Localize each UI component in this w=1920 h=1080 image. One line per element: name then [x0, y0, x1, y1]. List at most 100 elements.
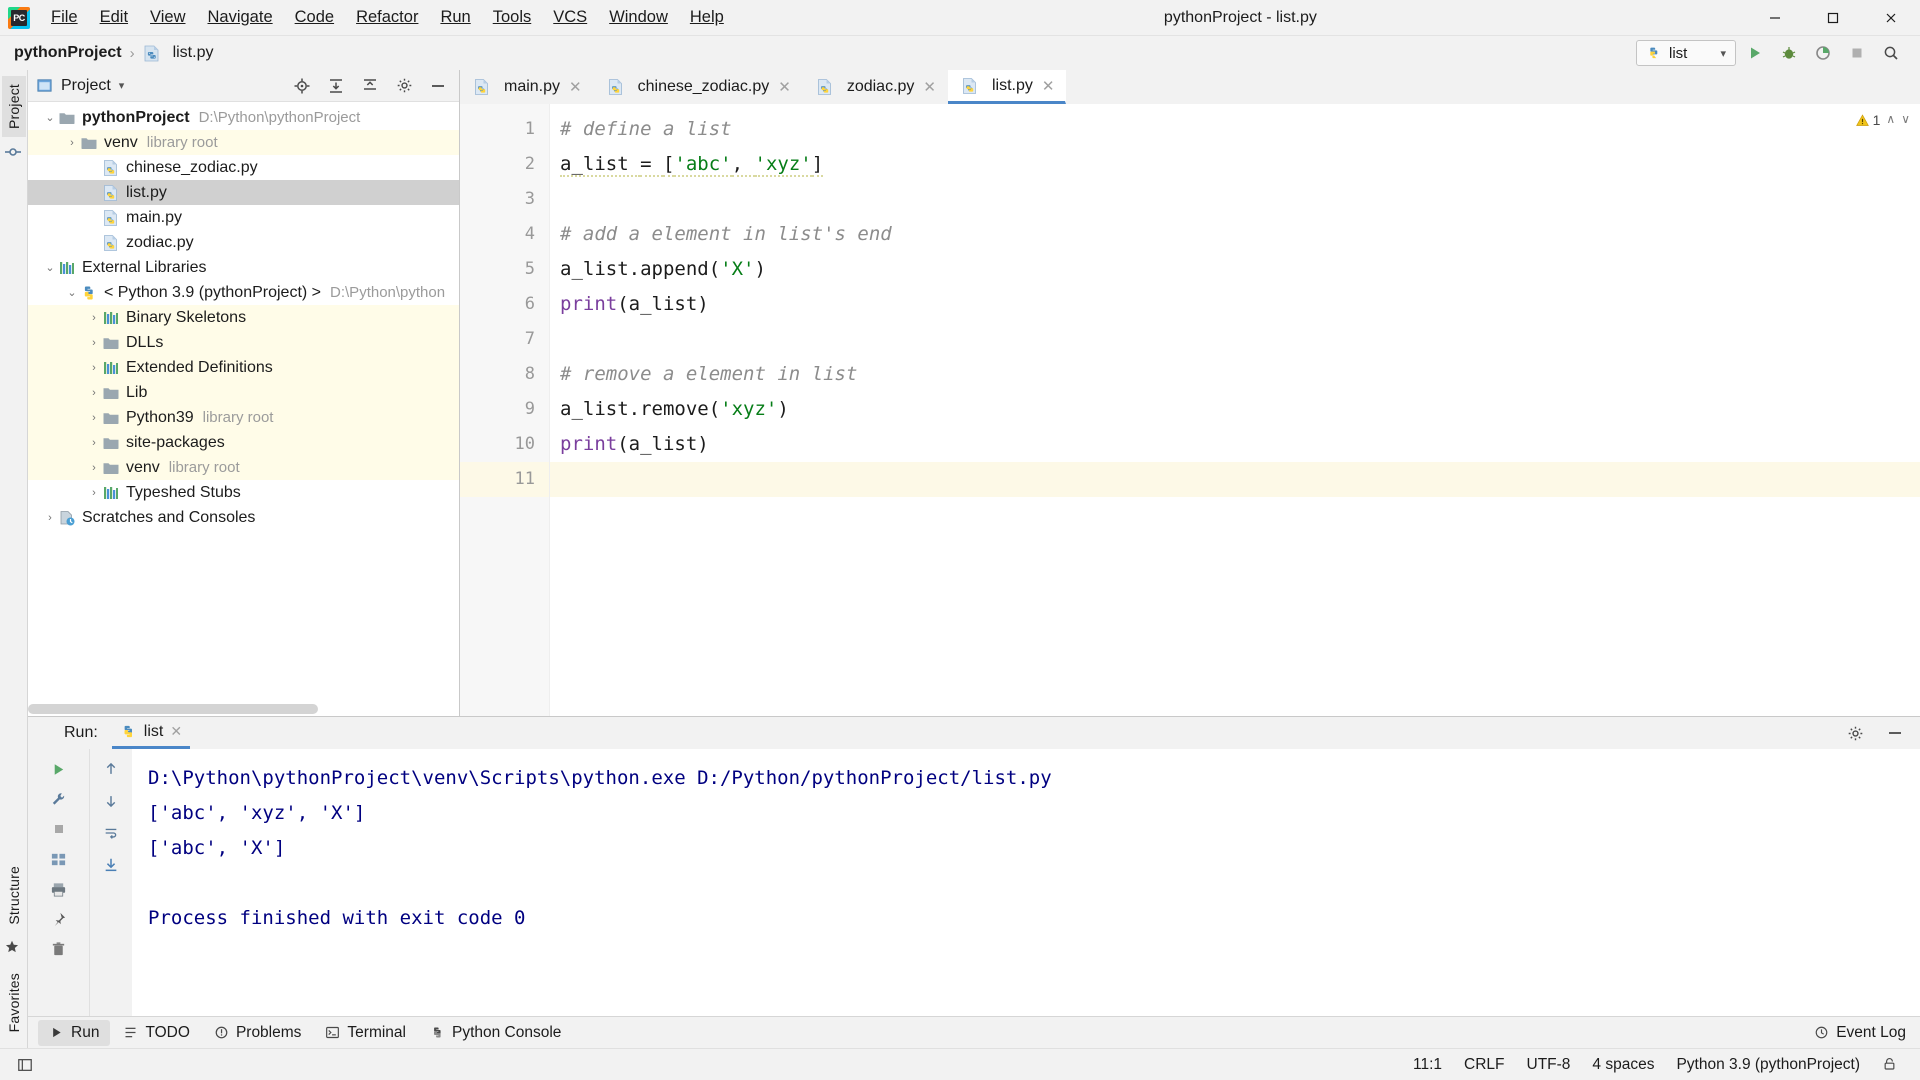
menu-help[interactable]: Help — [679, 4, 735, 32]
close-button[interactable] — [1862, 0, 1920, 35]
tree-node-venv[interactable]: › venv library root — [28, 455, 459, 480]
close-icon[interactable]: ✕ — [923, 78, 936, 96]
menu-refactor[interactable]: Refactor — [345, 4, 429, 32]
collapse-all-button[interactable] — [357, 73, 383, 99]
code-line[interactable]: print(a_list) — [550, 427, 1920, 462]
sidebar-tab-structure[interactable]: Structure — [2, 858, 26, 933]
tree-node-pythonproject[interactable]: ⌄ pythonProject D:\Python\pythonProject — [28, 105, 459, 130]
editor-tab-zodiac[interactable]: zodiac.py ✕ — [803, 70, 948, 104]
tree-node-python39[interactable]: › Python39 library root — [28, 405, 459, 430]
chevron-right-icon[interactable]: › — [86, 337, 102, 349]
line-number[interactable]: 4 — [460, 217, 535, 252]
stop-button[interactable] — [45, 815, 73, 843]
chevron-down-icon[interactable]: ⌄ — [42, 261, 58, 274]
code-line[interactable] — [550, 182, 1920, 217]
menu-run[interactable]: Run — [429, 4, 481, 32]
menu-code[interactable]: Code — [284, 4, 345, 32]
code-line[interactable]: # define a list — [550, 112, 1920, 147]
run-configuration-selector[interactable]: list ▾ — [1636, 40, 1736, 66]
run-hide-button[interactable] — [1882, 720, 1908, 746]
caret-position[interactable]: 11:1 — [1402, 1053, 1453, 1077]
menu-file[interactable]: File — [40, 4, 89, 32]
line-number[interactable]: 6 — [460, 287, 535, 322]
chevron-right-icon[interactable]: › — [86, 437, 102, 449]
code-editor[interactable]: 1 2 3 4 5 6 7 8 9 10 11 # define a list a_list = ['… — [460, 104, 1920, 716]
sidebar-tab-favorites[interactable]: Favorites — [2, 965, 26, 1040]
code-line[interactable] — [550, 322, 1920, 357]
project-tree[interactable]: ⌄ pythonProject D:\Python\pythonProject › ve… — [28, 102, 459, 716]
line-number[interactable]: 3 — [460, 182, 535, 217]
bottom-tab-problems[interactable]: Problems — [203, 1020, 312, 1046]
chevron-down-icon[interactable]: ⌄ — [64, 286, 80, 299]
grid-layout-button[interactable] — [45, 845, 73, 873]
chevron-right-icon[interactable]: › — [86, 387, 102, 399]
python-interpreter[interactable]: Python 3.9 (pythonProject) — [1665, 1053, 1871, 1077]
line-number[interactable]: 5 — [460, 252, 535, 287]
maximize-button[interactable] — [1804, 0, 1862, 35]
tree-node-lib[interactable]: › Lib — [28, 380, 459, 405]
tree-node-typeshed-stubs[interactable]: › Typeshed Stubs — [28, 480, 459, 505]
editor-tab-chinese_zodiac[interactable]: chinese_zodiac.py ✕ — [594, 70, 803, 104]
soft-wrap-button[interactable] — [97, 819, 125, 847]
bottom-tab-terminal[interactable]: Terminal — [314, 1020, 417, 1046]
close-icon[interactable]: ✕ — [170, 723, 182, 740]
event-log-button[interactable]: Event Log — [1814, 1024, 1920, 1042]
chevron-right-icon[interactable]: › — [86, 462, 102, 474]
chevron-right-icon[interactable]: › — [86, 312, 102, 324]
line-number[interactable]: 8 — [460, 357, 535, 392]
code-line[interactable]: a_list = ['abc', 'xyz'] — [550, 147, 1920, 182]
chevron-right-icon[interactable]: › — [86, 412, 102, 424]
tree-node-zodiac-py[interactable]: ›zodiac.py — [28, 230, 459, 255]
menu-edit[interactable]: Edit — [89, 4, 139, 32]
line-number[interactable]: 1 — [460, 112, 535, 147]
tree-node-list-py[interactable]: ›list.py — [28, 180, 459, 205]
line-number[interactable]: 11 — [460, 462, 549, 497]
line-number[interactable]: 2 — [460, 147, 535, 182]
indent-setting[interactable]: 4 spaces — [1581, 1053, 1665, 1077]
tree-node-chinese-zodiac-py[interactable]: ›chinese_zodiac.py — [28, 155, 459, 180]
status-layout-button[interactable] — [12, 1055, 38, 1075]
lock-button[interactable] — [1871, 1053, 1908, 1077]
menu-window[interactable]: Window — [598, 4, 679, 32]
code-line[interactable] — [550, 462, 1920, 497]
editor-tab-list[interactable]: list.py ✕ — [948, 70, 1067, 104]
close-icon[interactable]: ✕ — [1042, 77, 1055, 95]
line-number[interactable]: 10 — [460, 427, 535, 462]
menu-view[interactable]: View — [139, 4, 196, 32]
bottom-tab-run[interactable]: Run — [38, 1019, 111, 1046]
run-tab-list[interactable]: list ✕ — [111, 717, 191, 749]
tree-node-site-packages[interactable]: › site-packages — [28, 430, 459, 455]
chevron-right-icon[interactable]: › — [86, 487, 102, 499]
hide-panel-button[interactable] — [425, 73, 451, 99]
minimize-button[interactable] — [1746, 0, 1804, 35]
chevron-right-icon[interactable]: › — [42, 512, 58, 524]
code-line[interactable]: a_list.remove('xyz') — [550, 392, 1920, 427]
bottom-tab-todo[interactable]: TODO — [112, 1020, 201, 1046]
delete-button[interactable] — [45, 935, 73, 963]
tree-node-external-libraries[interactable]: ⌄ External Libraries — [28, 255, 459, 280]
scroll-up-button[interactable] — [97, 755, 125, 783]
scroll-to-end-button[interactable] — [97, 851, 125, 879]
sidebar-tab-project[interactable]: Project — [1, 76, 26, 137]
print-button[interactable] — [45, 875, 73, 903]
code-line[interactable]: a_list.append('X') — [550, 252, 1920, 287]
editor-tab-bar[interactable]: main.py ✕ chinese_zodiac.py ✕ zodiac.py ✕ list… — [460, 70, 1920, 104]
chevron-right-icon[interactable]: › — [64, 137, 80, 149]
chevron-down-icon[interactable]: ▾ — [119, 79, 125, 92]
tree-node-scratches-and-consoles[interactable]: › Scratches and Consoles — [28, 505, 459, 530]
code-line[interactable]: # remove a element in list — [550, 357, 1920, 392]
line-number[interactable]: 7 — [460, 322, 535, 357]
scroll-down-button[interactable] — [97, 787, 125, 815]
run-with-coverage-button[interactable] — [1808, 39, 1838, 67]
debug-button[interactable] — [1774, 39, 1804, 67]
favorites-star-icon[interactable] — [4, 939, 24, 959]
breadcrumb-file[interactable]: list.py — [143, 44, 213, 62]
expand-all-button[interactable] — [323, 73, 349, 99]
run-console-output[interactable]: D:\Python\pythonProject\venv\Scripts\pyt… — [132, 749, 1920, 1016]
run-button[interactable] — [1740, 39, 1770, 67]
locate-file-button[interactable] — [289, 73, 315, 99]
tree-node-python-3-9-pythonproject[interactable]: ⌄ < Python 3.9 (pythonProject) > D:\Python… — [28, 280, 459, 305]
stop-button[interactable] — [1842, 39, 1872, 67]
tree-node-extended-definitions[interactable]: › Extended Definitions — [28, 355, 459, 380]
pin-button[interactable] — [45, 905, 73, 933]
